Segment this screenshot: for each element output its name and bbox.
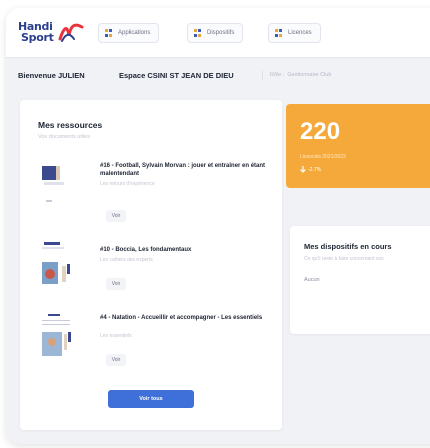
welcome-text: Bienvenue JULIEN <box>18 70 85 80</box>
tab-applications[interactable]: Applications <box>98 23 160 43</box>
resource-item-category: Les essentiels <box>100 333 132 339</box>
licences-count: 220 <box>300 118 341 145</box>
arrow-down-icon <box>300 166 306 173</box>
space-selector[interactable]: Espace CSINI ST JEAN DE DIEU <box>119 71 234 80</box>
logo-swoosh-icon <box>58 23 84 42</box>
tab-licences[interactable]: Licences <box>268 23 321 43</box>
role-label: Rôle : <box>270 72 285 78</box>
resources-card: Mes ressources Vos documents utiles #16 … <box>20 100 282 430</box>
resource-item-category: Les cahiers des experts <box>100 257 153 263</box>
resource-thumbnail-natation <box>42 314 71 356</box>
licences-grid-icon <box>275 29 283 37</box>
role-info: Rôle : Gestionnaire Club <box>262 70 332 80</box>
resource-item-title[interactable]: #10 - Boccia, Les fondamentaux <box>100 246 270 254</box>
context-bar: Bienvenue JULIEN Espace CSINI ST JEAN DE… <box>6 66 430 84</box>
view-resource-button[interactable]: Voir <box>106 278 126 290</box>
resource-thumbnail-football <box>42 166 64 202</box>
app-window: Handi Sport Applications Dispositifs Lic… <box>6 8 430 444</box>
view-all-button[interactable]: Voir tous <box>108 390 194 408</box>
dispositifs-grid-icon <box>194 29 202 37</box>
resource-item-category: Les retours d'expérience <box>100 181 155 187</box>
tab-applications-label: Applications <box>118 30 151 36</box>
tab-licences-label: Licences <box>288 30 312 36</box>
resources-subtitle: Vos documents utiles <box>38 134 90 140</box>
dispositifs-empty-text: Aucun <box>304 277 320 283</box>
resource-item-title[interactable]: #16 - Football, Sylvain Morvan : jouer e… <box>100 162 270 178</box>
licences-trend: -2.7% <box>300 166 321 173</box>
dispositifs-title: Mes dispositifs en cours <box>304 242 392 251</box>
licences-card[interactable]: 220 Licenciés 2021/2022 -2.7% <box>286 104 430 188</box>
view-resource-button[interactable]: Voir <box>106 354 126 366</box>
tab-dispositifs-label: Dispositifs <box>207 30 235 36</box>
dispositifs-card: Mes dispositifs en cours Ce qu'il reste … <box>290 226 430 334</box>
resource-item: #10 - Boccia, Les fondamentaux Les cahie… <box>38 240 273 300</box>
logo-text-line2: Sport <box>21 31 54 44</box>
role-value: Gestionnaire Club <box>287 72 332 78</box>
licences-label: Licenciés 2021/2022 <box>300 154 346 160</box>
view-resource-button[interactable]: Voir <box>106 210 126 222</box>
resources-title: Mes ressources <box>38 120 103 130</box>
divider <box>262 70 263 80</box>
dispositifs-subtitle: Ce qu'il reste à faire concernant vos <box>304 256 384 262</box>
resource-item: #16 - Football, Sylvain Morvan : jouer e… <box>38 158 273 228</box>
resource-item-title[interactable]: #4 - Natation - Accueillir et accompagne… <box>100 314 270 322</box>
licences-trend-value: -2.7% <box>308 166 322 173</box>
top-navbar: Handi Sport Applications Dispositifs Lic… <box>6 8 430 58</box>
resource-thumbnail-boccia <box>42 242 70 284</box>
apps-grid-icon <box>105 29 113 37</box>
resource-item: #4 - Natation - Accueillir et accompagne… <box>38 310 273 380</box>
tab-dispositifs[interactable]: Dispositifs <box>187 23 244 43</box>
handisport-logo[interactable]: Handi Sport <box>18 19 88 45</box>
